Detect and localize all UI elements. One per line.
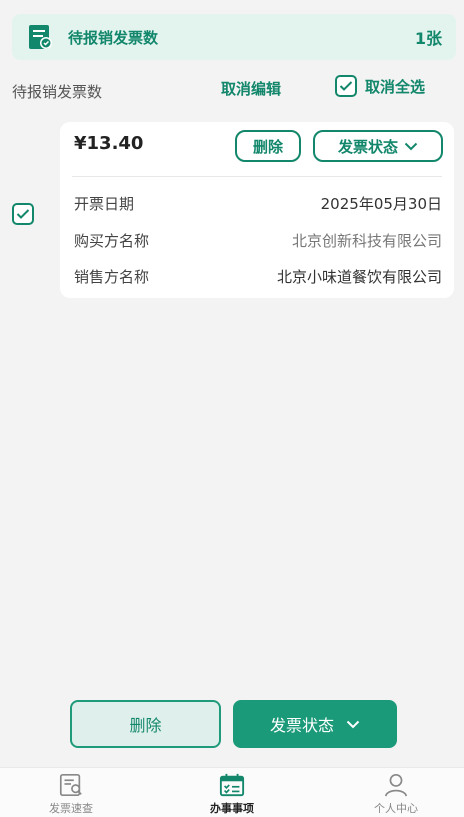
bulk-delete-label: 删除 (129, 716, 162, 735)
checkmark-icon (16, 209, 30, 219)
cancel-select-all-button[interactable]: 取消全选 (335, 75, 425, 97)
invoice-amount: ¥13.40 (74, 133, 144, 154)
card-delete-button[interactable]: 删除 (235, 130, 301, 162)
card-divider (72, 176, 442, 177)
field-key: 购买方名称 (74, 231, 150, 250)
card-invoice-status-dropdown[interactable]: 发票状态 (313, 130, 443, 162)
tab-label: 发票速查 (49, 802, 93, 815)
summary-title: 待报销发票数 (68, 28, 159, 47)
cancel-edit-button[interactable]: 取消编辑 (221, 78, 281, 99)
field-key: 销售方名称 (74, 267, 150, 286)
list-action-row: 待报销发票数 取消编辑 取消全选 (12, 72, 452, 108)
field-value: 北京创新科技有限公司 (291, 231, 442, 250)
bottom-tab-bar: 发票速查 办事事项 个人中心 (0, 767, 464, 817)
person-icon (384, 773, 408, 797)
pending-invoice-summary: 待报销发票数 1张 (12, 14, 456, 60)
bulk-invoice-status-dropdown[interactable]: 发票状态 (233, 700, 397, 748)
select-all-checkbox[interactable] (335, 75, 357, 97)
card-status-label: 发票状态 (337, 137, 398, 156)
invoice-row-checkbox[interactable] (12, 203, 34, 225)
list-label: 待报销发票数 (12, 83, 103, 101)
invoice-date-row: 开票日期 2025年05月30日 (74, 191, 442, 215)
invoice-search-icon (59, 773, 82, 797)
tab-matters[interactable]: 办事事项 (182, 772, 282, 816)
bulk-delete-button[interactable]: 删除 (70, 700, 221, 748)
tab-invoice-search[interactable]: 发票速查 (21, 772, 121, 816)
card-delete-label: 删除 (252, 137, 283, 156)
field-value: 2025年05月30日 (320, 194, 442, 213)
summary-count: 1张 (414, 29, 442, 48)
chevron-down-icon (404, 142, 418, 150)
cancel-select-all-label: 取消全选 (365, 77, 426, 96)
checkmark-icon (339, 81, 353, 91)
tab-label: 个人中心 (374, 802, 418, 815)
calendar-check-icon (219, 773, 245, 797)
field-key: 开票日期 (74, 194, 135, 213)
field-value: 北京小味道餐饮有限公司 (276, 267, 442, 286)
tab-personal-center[interactable]: 个人中心 (346, 772, 446, 816)
tab-label: 办事事项 (210, 802, 254, 815)
chevron-down-icon (346, 720, 360, 728)
seller-name-row: 销售方名称 北京小味道餐饮有限公司 (74, 264, 442, 288)
invoice-document-icon (29, 25, 52, 49)
invoice-card[interactable]: ¥13.40 删除 发票状态 开票日期 2025年05月30日 购买方名称 北京… (60, 122, 454, 298)
buyer-name-row: 购买方名称 北京创新科技有限公司 (74, 228, 442, 252)
bulk-status-label: 发票状态 (269, 716, 334, 735)
